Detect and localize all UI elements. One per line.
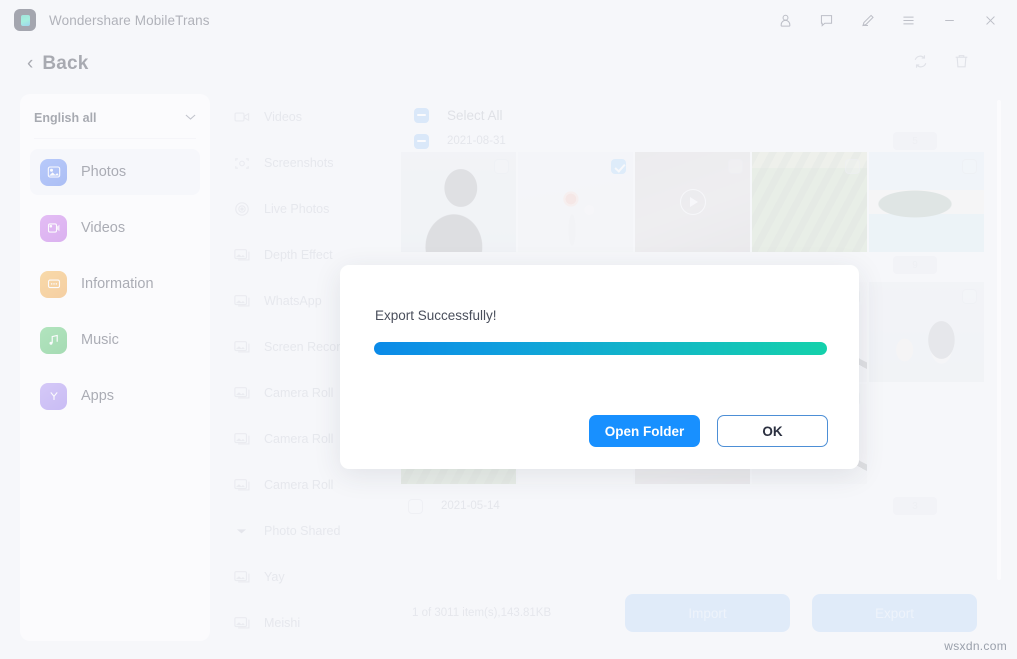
export-success-dialog: Export Successfully! Open Folder OK	[340, 265, 859, 469]
open-folder-button[interactable]: Open Folder	[589, 415, 700, 447]
ok-button[interactable]: OK	[717, 415, 828, 447]
dialog-actions: Open Folder OK	[589, 415, 828, 447]
watermark: wsxdn.com	[944, 639, 1007, 653]
progress-bar	[374, 342, 827, 355]
dialog-title: Export Successfully!	[375, 308, 497, 323]
app-window: Wondershare MobileTrans	[0, 0, 1017, 659]
